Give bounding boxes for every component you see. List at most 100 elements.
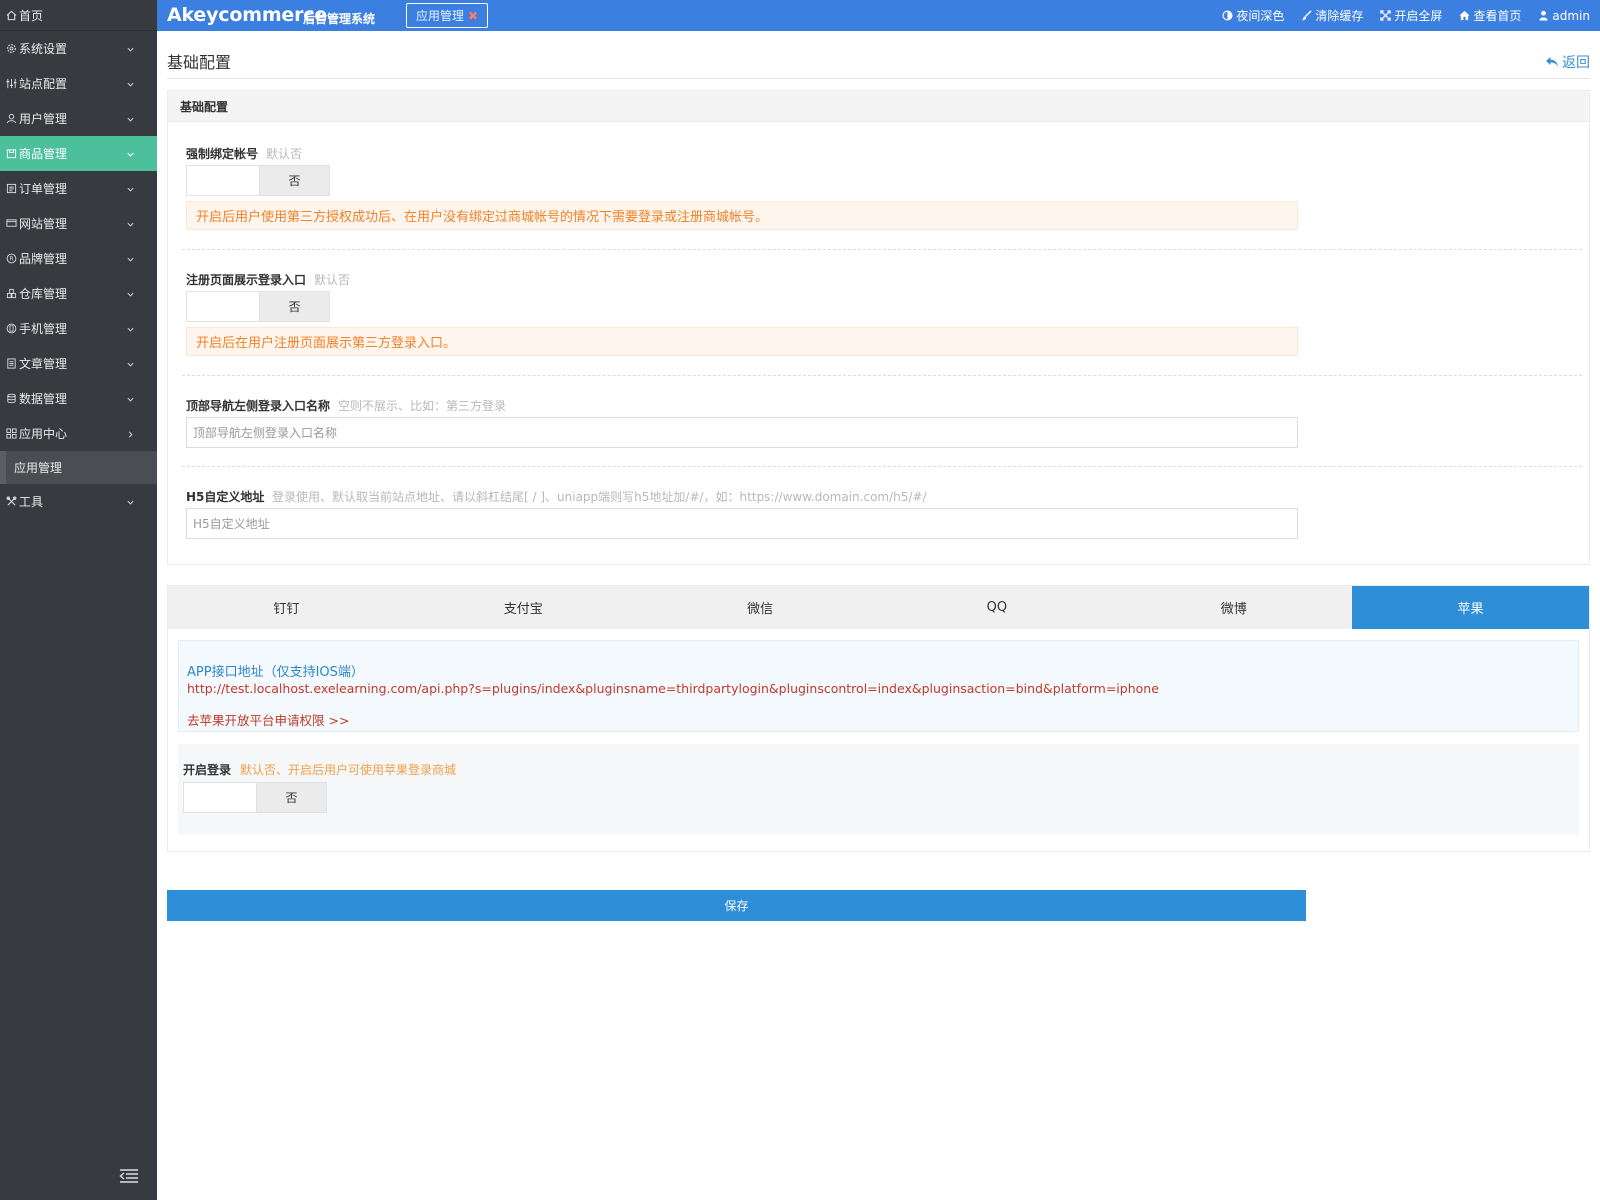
sidebar-item-label: 站点配置 <box>19 77 68 91</box>
enable-login-tip: 默认否、开启后用户可使用苹果登录商城 <box>240 763 457 777</box>
force-bind-tip: 默认否 <box>266 147 303 161</box>
api-info-box: APP接口地址（仅支持IOS端） http://test.localhost.e… <box>178 640 1579 732</box>
sidebar-item-label: 数据管理 <box>19 392 68 406</box>
divider <box>182 466 1582 467</box>
box-icon <box>5 148 17 160</box>
warehouse-icon <box>5 288 17 300</box>
chevron-down-icon <box>126 148 135 157</box>
third-party-tabs: 钉钉 支付宝 微信 QQ 微博 苹果 APP接口地址（仅支持IOS端） http… <box>167 585 1590 852</box>
register-show-notice: 开启后在用户注册页面展示第三方登录入口。 <box>186 327 1298 356</box>
phone-icon <box>5 323 17 335</box>
browser-icon <box>5 218 17 230</box>
list-icon <box>5 183 17 195</box>
tab-alipay[interactable]: 支付宝 <box>405 586 642 629</box>
register-show-switch[interactable]: 否 <box>186 291 330 322</box>
sidebar-item-site-config[interactable]: 站点配置 <box>0 66 157 101</box>
gear-icon <box>5 43 17 55</box>
sidebar-subitem-app-management[interactable]: 应用管理 <box>0 451 157 484</box>
username-label: admin <box>1552 8 1590 23</box>
panel-header: 基础配置 <box>168 91 1589 122</box>
chevron-down-icon <box>126 323 135 332</box>
force-bind-label: 强制绑定帐号 <box>186 147 259 161</box>
force-bind-notice: 开启后用户使用第三方授权成功后、在用户没有绑定过商城帐号的情况下需要登录或注册商… <box>186 201 1298 230</box>
sidebar-item-warehouse-management[interactable]: 仓库管理 <box>0 276 157 311</box>
divider <box>182 249 1582 250</box>
reply-icon <box>1545 56 1559 68</box>
chevron-down-icon <box>126 78 135 87</box>
page-header: 基础配置 返回 <box>167 49 1590 79</box>
sidebar-collapse-icon[interactable] <box>119 1168 141 1186</box>
main-content: 基础配置 返回 基础配置 强制绑定帐号 默认否 否 开启后用户使用第三方授权成功… <box>157 31 1600 1200</box>
top-actions: 夜间深色 清除缓存 开启全屏 查看首页 admin <box>1205 0 1590 31</box>
registered-icon: R <box>5 253 17 265</box>
tab-wechat[interactable]: 微信 <box>642 586 879 629</box>
sidebar-item-label: 订单管理 <box>19 182 68 196</box>
sidebar-item-label: 首页 <box>19 8 44 23</box>
clear-cache-label: 清除缓存 <box>1315 9 1364 23</box>
tools-icon <box>5 496 17 508</box>
api-info-title: APP接口地址（仅支持IOS端） <box>187 665 364 680</box>
chevron-down-icon <box>126 393 135 402</box>
apple-platform-link[interactable]: 去苹果开放平台申请权限 >> <box>187 710 349 729</box>
back-link[interactable]: 返回 <box>1545 52 1590 72</box>
sidebar-item-goods-management[interactable]: 商品管理 <box>0 136 157 171</box>
tab-weibo[interactable]: 微博 <box>1115 586 1352 629</box>
sidebar-item-home[interactable]: 首页 <box>0 0 157 31</box>
view-home-button[interactable]: 查看首页 <box>1459 7 1521 24</box>
sidebar-item-brand-management[interactable]: R 品牌管理 <box>0 241 157 276</box>
sidebar-item-label: 手机管理 <box>19 322 68 336</box>
tab-apple[interactable]: 苹果 <box>1352 586 1589 629</box>
sidebar-item-user-management[interactable]: 用户管理 <box>0 101 157 136</box>
sidebar-item-order-management[interactable]: 订单管理 <box>0 171 157 206</box>
h5-url-tip: 登录使用、默认取当前站点地址、请以斜杠结尾[ / ]、uniapp端则写h5地址… <box>272 490 927 504</box>
tab-dingtalk[interactable]: 钉钉 <box>168 586 405 629</box>
sidebar-item-tools[interactable]: 工具 <box>0 484 157 519</box>
chevron-right-icon <box>126 428 135 438</box>
database-icon <box>5 393 17 405</box>
back-label: 返回 <box>1562 55 1590 71</box>
register-show-tip: 默认否 <box>314 273 351 287</box>
chevron-down-icon <box>126 218 135 227</box>
open-tab-app-management[interactable]: 应用管理 ✖ <box>406 3 488 28</box>
close-icon[interactable]: ✖ <box>468 9 478 23</box>
h5-url-label: H5自定义地址 <box>186 490 265 504</box>
force-bind-switch[interactable]: 否 <box>186 165 330 196</box>
user-menu[interactable]: admin <box>1538 9 1590 23</box>
fullscreen-button[interactable]: 开启全屏 <box>1380 7 1442 24</box>
sidebar-item-data-management[interactable]: 数据管理 <box>0 381 157 416</box>
sidebar-subitem-label: 应用管理 <box>14 461 63 475</box>
sidebar-item-mobile-management[interactable]: 手机管理 <box>0 311 157 346</box>
chevron-down-icon <box>126 43 135 52</box>
switch-track <box>187 292 260 321</box>
night-mode-button[interactable]: 夜间深色 <box>1222 7 1284 24</box>
home-icon <box>5 9 17 21</box>
nav-name-input[interactable] <box>186 417 1298 448</box>
save-button[interactable]: 保存 <box>167 890 1306 921</box>
divider <box>182 375 1582 376</box>
night-mode-label: 夜间深色 <box>1236 9 1285 23</box>
enable-login-switch[interactable]: 否 <box>183 782 327 813</box>
panel-title: 基础配置 <box>180 99 229 114</box>
enable-login-label: 开启登录 <box>183 763 232 777</box>
sidebar-item-website-management[interactable]: 网站管理 <box>0 206 157 241</box>
switch-state: 否 <box>257 783 326 812</box>
expand-icon <box>1380 10 1392 21</box>
user-icon <box>1538 10 1549 21</box>
top-bar: Akeycommerce 后台管理系统 应用管理 ✖ 夜间深色 清除缓存 开启全… <box>157 0 1600 31</box>
svg-text:R: R <box>9 256 13 263</box>
sidebar-item-article-management[interactable]: 文章管理 <box>0 346 157 381</box>
view-home-label: 查看首页 <box>1473 9 1522 23</box>
sidebar-item-label: 仓库管理 <box>19 287 68 301</box>
chevron-down-icon <box>126 183 135 192</box>
sidebar-item-app-center[interactable]: 应用中心 <box>0 416 157 451</box>
clear-cache-button[interactable]: 清除缓存 <box>1301 7 1363 24</box>
h5-url-input[interactable] <box>186 508 1298 539</box>
sidebar-item-system-settings[interactable]: 系统设置 <box>0 31 157 66</box>
apps-icon <box>5 428 17 440</box>
sidebar-item-label: 网站管理 <box>19 217 68 231</box>
chevron-down-icon <box>126 496 135 505</box>
article-icon <box>5 358 17 370</box>
switch-track <box>184 783 257 812</box>
chevron-down-icon <box>126 113 135 122</box>
tab-qq[interactable]: QQ <box>878 586 1115 629</box>
